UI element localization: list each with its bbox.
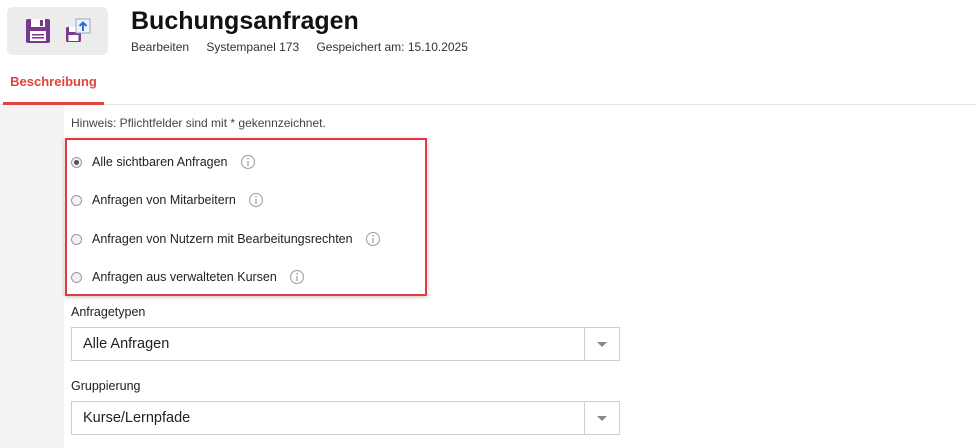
save-icon[interactable] — [23, 16, 53, 46]
required-fields-hint: Hinweis: Pflichtfelder sind mit * gekenn… — [71, 116, 326, 130]
gruppierung-value: Kurse/Lernpfade — [83, 410, 191, 426]
anfragetypen-select[interactable]: Alle Anfragen — [71, 327, 620, 361]
info-icon[interactable] — [248, 192, 264, 208]
radio-option-mitarbeiter[interactable]: Anfragen von Mitarbeitern — [71, 190, 264, 210]
meta-saved-date: Gespeichert am: 15.10.2025 — [316, 40, 468, 54]
meta-panel: Systempanel 173 — [206, 40, 300, 54]
radio-option-bearbeitungsrechte[interactable]: Anfragen von Nutzern mit Bearbeitungsrec… — [71, 229, 381, 249]
gruppierung-select[interactable]: Kurse/Lernpfade — [71, 401, 620, 435]
info-icon[interactable] — [365, 231, 381, 247]
radio-option-verwaltete-kurse[interactable]: Anfragen aus verwalteten Kursen — [71, 267, 305, 287]
tab-beschreibung[interactable]: Beschreibung — [3, 64, 104, 105]
radio-button[interactable] — [71, 194, 82, 206]
radio-label: Anfragen von Mitarbeitern — [92, 193, 236, 207]
info-icon[interactable] — [240, 154, 256, 170]
radio-option-alle-sichtbaren[interactable]: Alle sichtbaren Anfragen — [71, 152, 256, 172]
radio-label: Anfragen von Nutzern mit Bearbeitungsrec… — [92, 232, 353, 246]
toolbar — [7, 7, 108, 55]
info-icon[interactable] — [289, 269, 305, 285]
radio-button[interactable] — [71, 271, 82, 283]
anfragetypen-value: Alle Anfragen — [83, 336, 170, 352]
radio-label: Alle sichtbaren Anfragen — [92, 155, 228, 169]
chevron-down-icon[interactable] — [584, 402, 619, 434]
left-gutter — [0, 105, 64, 448]
anfragetypen-label: Anfragetypen — [71, 305, 146, 319]
tab-bar: Beschreibung — [0, 64, 976, 105]
save-as-icon[interactable] — [64, 16, 94, 46]
page-meta: Bearbeiten Systempanel 173 Gespeichert a… — [131, 40, 482, 54]
page-title: Buchungsanfragen — [131, 7, 359, 35]
meta-mode: Bearbeiten — [131, 40, 190, 54]
gruppierung-label: Gruppierung — [71, 379, 141, 393]
radio-button[interactable] — [71, 233, 82, 245]
chevron-down-icon[interactable] — [584, 328, 619, 360]
radio-button[interactable] — [71, 156, 82, 168]
radio-label: Anfragen aus verwalteten Kursen — [92, 270, 277, 284]
